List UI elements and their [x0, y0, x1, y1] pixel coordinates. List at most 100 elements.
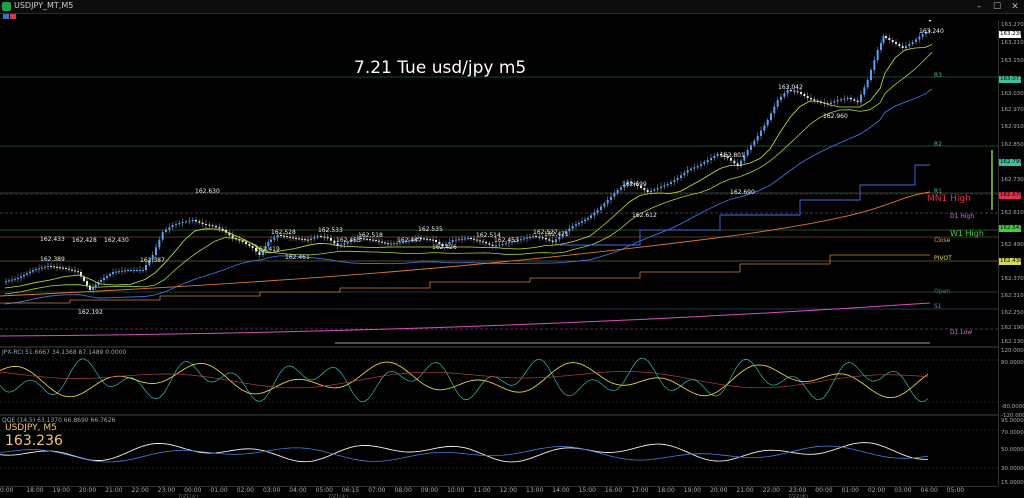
time-axis-label: 18:00: [26, 487, 44, 494]
candle-body: [710, 158, 712, 160]
candle-body: [850, 98, 852, 100]
candle-body: [56, 266, 58, 268]
pink-trend-line: [0, 302, 931, 337]
price-annotation: 162.630: [195, 188, 220, 195]
price-scale-label: 162.370: [1001, 276, 1024, 282]
candle-body: [866, 80, 869, 88]
candle-body: [393, 243, 395, 245]
candle-body: [616, 190, 619, 194]
candle-body: [581, 221, 583, 223]
close-icon[interactable]: ✕: [1006, 0, 1024, 14]
time-axis[interactable]: 0:00 18:00 19:00 20:00 21:00 22:00 23:00 00:00 0…: [0, 486, 998, 498]
candle-body: [780, 96, 782, 100]
rci-line-slow: [0, 371, 929, 389]
candle-body: [133, 270, 135, 271]
candle-body: [898, 44, 901, 46]
candle-body: [301, 238, 303, 240]
candle-body: [836, 100, 839, 102]
candle-body: [613, 193, 616, 197]
candle-body: [656, 188, 659, 190]
candle-body: [766, 120, 769, 126]
symbol-price: 163.236: [5, 433, 63, 449]
candle-body: [578, 222, 580, 225]
candle-body: [756, 136, 759, 141]
chart-area[interactable]: [0, 16, 998, 486]
candle-body: [71, 269, 73, 271]
candle-body: [853, 99, 856, 101]
maximize-icon[interactable]: ☐: [988, 0, 1006, 14]
candle-body: [175, 224, 177, 225]
candle-body: [498, 244, 501, 246]
candle-body: [584, 219, 586, 222]
candle-body: [485, 242, 487, 244]
candle-body: [763, 125, 766, 131]
time-axis-label: 20:00: [710, 487, 728, 494]
toolbar-icon-blue[interactable]: [3, 14, 9, 19]
candle-body: [158, 239, 161, 248]
candle-body: [273, 237, 276, 240]
step-line-blue: [560, 164, 930, 246]
candle-body: [575, 224, 577, 226]
candle-body: [330, 238, 332, 241]
candle-body: [716, 154, 719, 156]
current-bar-marker: [926, 16, 934, 22]
rci-header: JPX-RCI 51.6667 34.1368 87.1489 0.0000: [2, 349, 127, 356]
candle-body: [387, 243, 389, 245]
candle-body: [11, 279, 13, 281]
candle-body: [142, 270, 144, 271]
time-axis-label: 00:00: [815, 487, 833, 494]
symbol-label: USDJPY, M5: [5, 423, 57, 433]
candle-body: [218, 227, 221, 229]
candle-body: [806, 96, 809, 98]
candle-body: [650, 190, 652, 192]
candle-body: [369, 239, 371, 241]
time-axis-label: 05:00: [946, 487, 965, 494]
candle-body: [905, 46, 907, 48]
candle-body: [451, 240, 454, 242]
candle-body: [221, 228, 224, 230]
indicator-scale-label: 80.0000: [1001, 360, 1024, 366]
candle-body: [65, 268, 67, 269]
candle-body: [165, 229, 167, 232]
candle-body: [304, 239, 306, 241]
price-annotation: 162.471: [544, 231, 569, 238]
candle-body: [746, 150, 749, 156]
pivot-level-label: Close: [934, 237, 951, 244]
candle-body: [310, 238, 312, 240]
minimize-icon[interactable]: –: [970, 0, 988, 14]
time-axis-label: 15:00: [578, 487, 596, 494]
candle-body: [248, 244, 251, 246]
candle-body: [706, 160, 709, 162]
candle-body: [38, 268, 40, 270]
candle-body: [215, 226, 217, 228]
candle-body: [208, 224, 211, 226]
price-scale[interactable]: 163.270 163.236 163.210 163.150 163.077 163.0…: [998, 20, 1024, 486]
candle-body: [375, 240, 377, 241]
app-icon: [2, 2, 11, 11]
candle-body: [770, 113, 772, 120]
candle-body: [289, 236, 291, 238]
time-axis-label: 11:00: [473, 487, 491, 494]
time-axis-label: 09:00: [420, 487, 439, 494]
time-axis-label: 01:00: [841, 487, 859, 494]
time-axis-label: 17:00: [631, 487, 649, 494]
candle-body: [646, 190, 649, 192]
time-axis-label: 13:00: [526, 487, 544, 494]
candle-body: [891, 40, 894, 42]
time-axis-label: 04:00: [920, 487, 938, 494]
candle-body: [251, 246, 254, 248]
candle-body: [295, 238, 297, 239]
price-annotation: 162.389: [40, 256, 65, 263]
toolbar-icon-red[interactable]: [10, 14, 16, 19]
price-scale-label: 163.150: [1001, 58, 1024, 64]
candle-body: [29, 271, 31, 274]
price-annotation: 162.690: [730, 189, 755, 196]
candle-body: [426, 238, 428, 240]
candle-body: [205, 224, 207, 225]
window-title: USDJPY_MT,M5: [14, 1, 74, 10]
indicator-scale-label: 50.0000: [1001, 447, 1024, 453]
candle-body: [435, 240, 437, 242]
candle-body: [429, 239, 431, 241]
candle-body: [461, 238, 463, 240]
pivot-level-label: W1 High: [950, 229, 984, 238]
